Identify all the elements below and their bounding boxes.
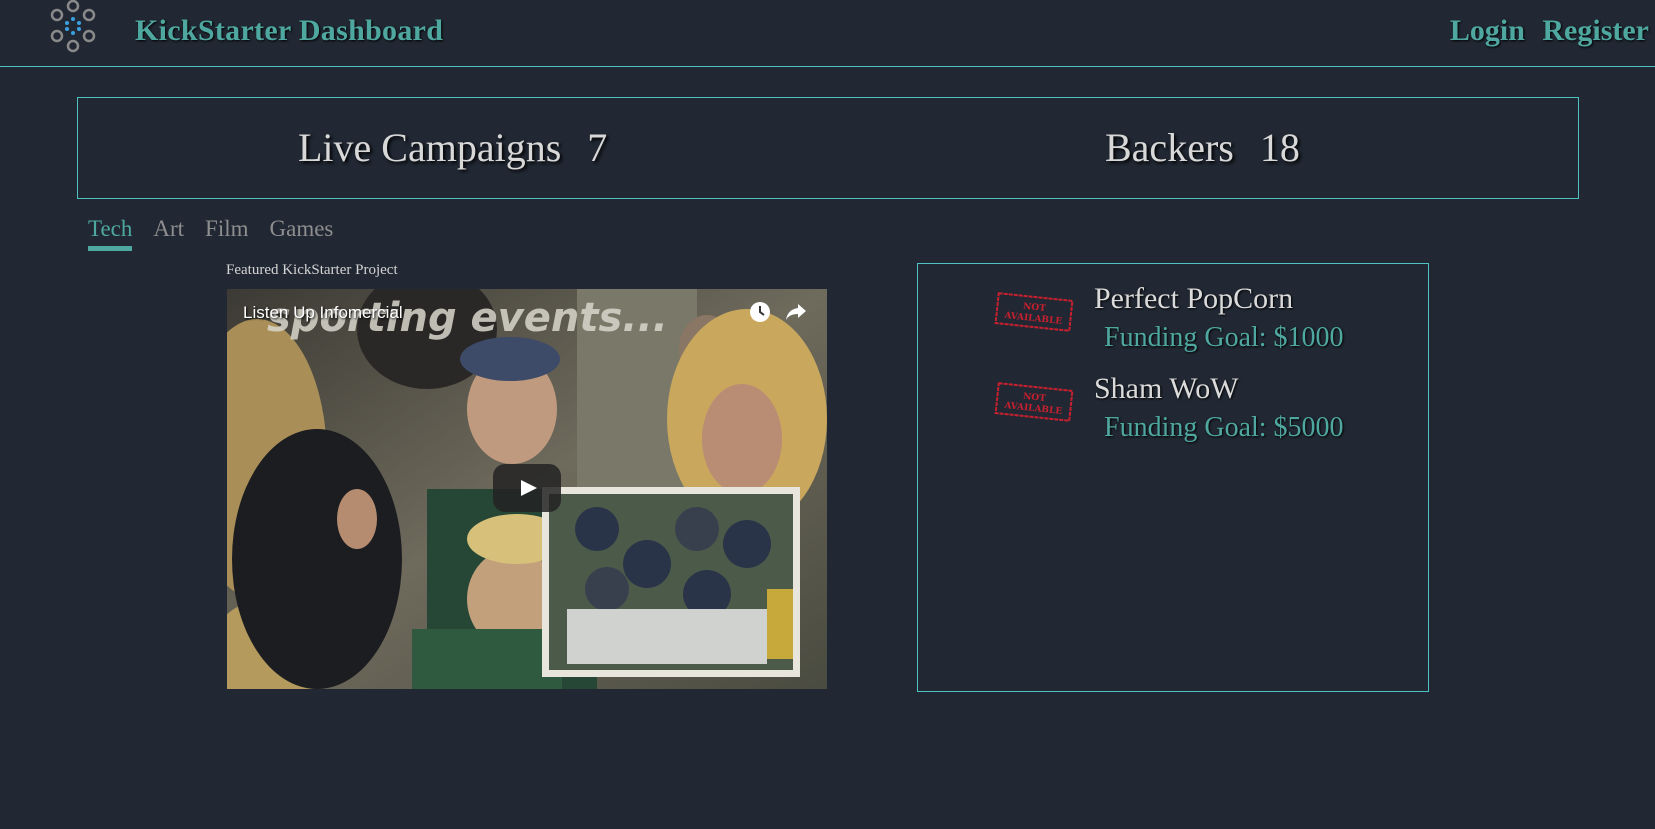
backers-count: 18 — [1259, 125, 1300, 170]
project-name[interactable]: Sham WoW — [1094, 372, 1239, 406]
project-funding-goal: Funding Goal: $5000 — [1104, 412, 1344, 443]
brand-title[interactable]: KickStarter Dashboard — [135, 14, 443, 48]
backers-label: Backers — [1105, 125, 1234, 170]
top-navbar: KickStarter Dashboard Login Register — [0, 0, 1655, 67]
play-button[interactable] — [493, 464, 561, 512]
login-link[interactable]: Login — [1450, 14, 1525, 47]
video-title[interactable]: Listen Up Infomercial — [243, 303, 403, 323]
play-icon — [521, 480, 537, 496]
not-available-stamp-icon: NOT AVAILABLE — [994, 382, 1074, 422]
project-card[interactable]: NOT AVAILABLE Sham WoW Funding Goal: $50… — [918, 354, 1428, 443]
tab-tech[interactable]: Tech — [88, 216, 133, 251]
tab-art[interactable]: Art — [153, 216, 184, 246]
live-campaigns-count: 7 — [587, 125, 608, 170]
category-tabs: Tech Art Film Games — [88, 216, 350, 251]
featured-label: Featured KickStarter Project — [226, 262, 398, 278]
project-card[interactable]: NOT AVAILABLE Perfect PopCorn Funding Go… — [918, 264, 1428, 353]
project-name[interactable]: Perfect PopCorn — [1094, 282, 1293, 316]
dots-circle-logo-icon[interactable] — [42, 0, 104, 60]
not-available-stamp-icon: NOT AVAILABLE — [994, 292, 1074, 332]
watch-later-clock-icon[interactable] — [749, 301, 771, 323]
backers-stat: Backers 18 — [1105, 124, 1300, 171]
register-link[interactable]: Register — [1542, 14, 1649, 47]
tab-film[interactable]: Film — [205, 216, 248, 246]
featured-video-player[interactable]: sporting events... Listen Up Infomercial — [227, 289, 827, 689]
share-icon[interactable] — [785, 302, 807, 322]
projects-panel: NOT AVAILABLE Perfect PopCorn Funding Go… — [917, 263, 1429, 692]
live-campaigns-label: Live Campaigns — [298, 125, 562, 170]
live-campaigns-stat: Live Campaigns 7 — [298, 124, 607, 171]
project-funding-goal: Funding Goal: $1000 — [1104, 322, 1344, 353]
tab-games[interactable]: Games — [270, 216, 334, 246]
auth-links: Login Register — [1450, 14, 1649, 48]
stats-panel: Live Campaigns 7 Backers 18 — [77, 97, 1579, 199]
